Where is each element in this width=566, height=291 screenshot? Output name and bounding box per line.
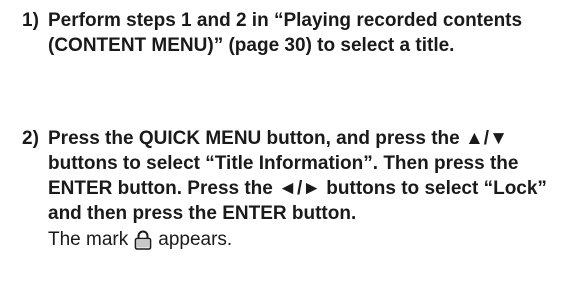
step-body: Perform steps 1 and 2 in “Playing record… [48, 8, 552, 58]
step-body: Press the QUICK MENU button, and press t… [48, 126, 552, 252]
result-text-after: appears. [158, 229, 233, 250]
lock-icon [134, 230, 152, 250]
step-result: The mark appears. [48, 227, 552, 252]
step-instruction: Perform steps 1 and 2 in “Playing record… [48, 10, 523, 56]
step-2: 2) Press the QUICK MENU button, and pres… [22, 126, 552, 252]
step-number: 1) [22, 10, 39, 31]
step-1: 1) Perform steps 1 and 2 in “Playing rec… [22, 8, 552, 58]
step-number: 2) [22, 128, 39, 149]
step-instruction: Press the QUICK MENU button, and press t… [48, 128, 547, 224]
result-text-before: The mark [48, 229, 129, 250]
